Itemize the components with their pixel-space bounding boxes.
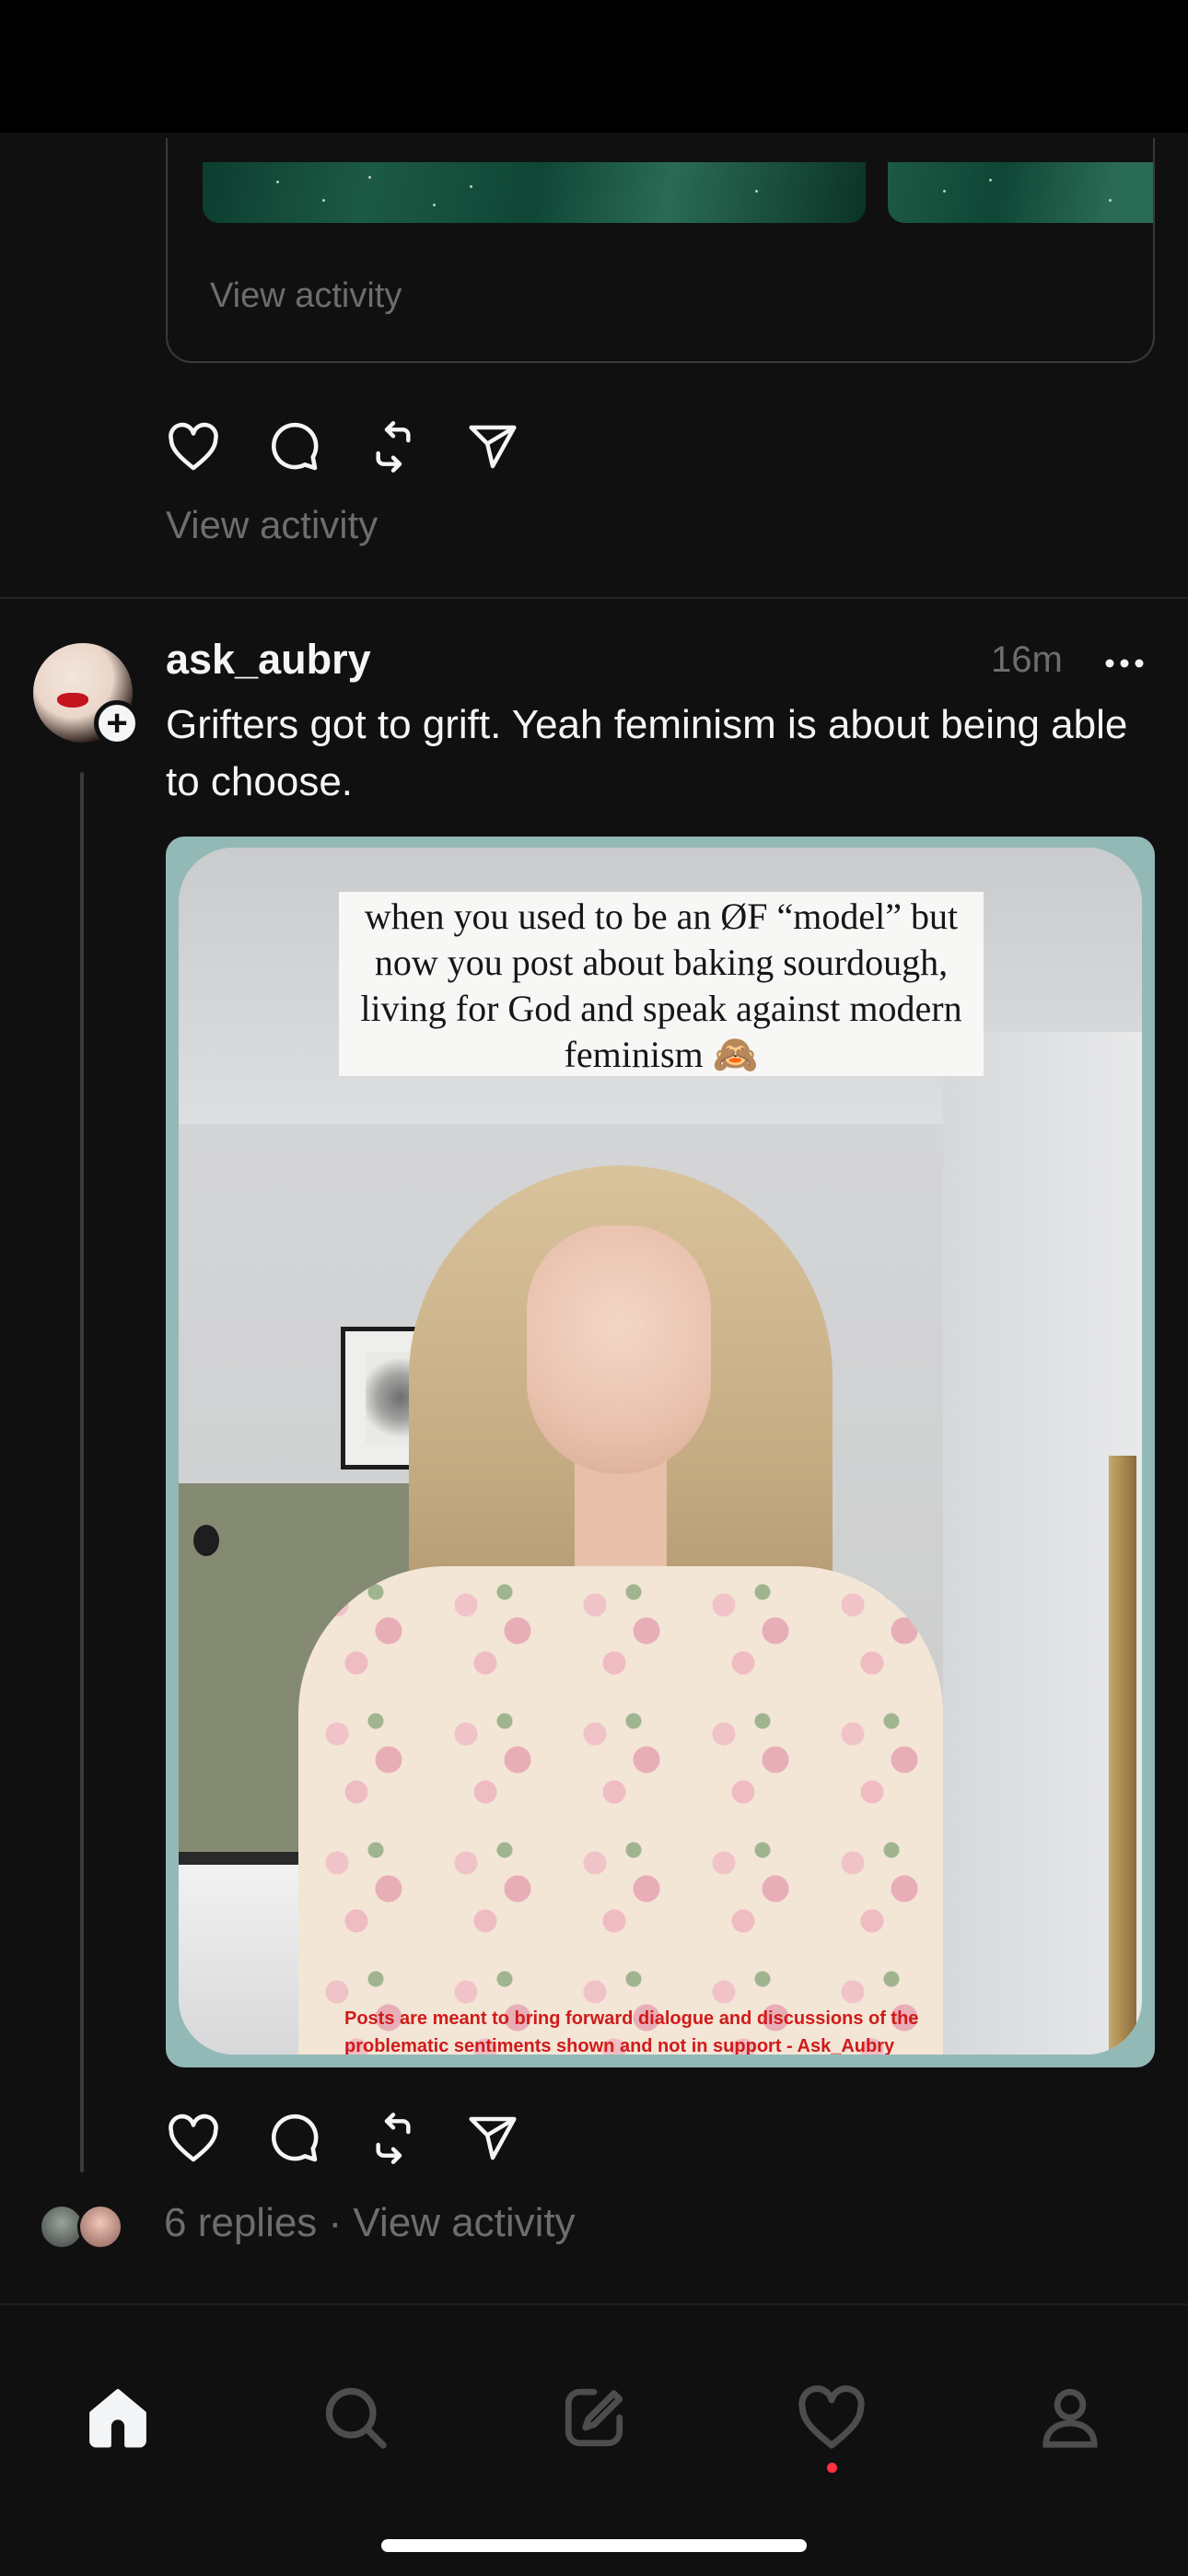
previous-card-view-activity[interactable]: View activity [210,276,402,316]
video-disclaimer: Posts are meant to bring forward dialogu… [344,2008,919,2055]
replies-summary[interactable]: 6 replies · View activity [164,2200,576,2246]
profile-icon[interactable] [1031,2379,1109,2456]
activity-heart-icon[interactable] [793,2379,870,2456]
heart-icon[interactable] [165,2110,222,2167]
previous-post-image[interactable] [203,162,866,223]
repost-icon[interactable] [365,2110,422,2167]
username[interactable]: ask_aubry [166,636,371,684]
previous-post-view-activity[interactable]: View activity [166,503,378,547]
video-caption: when you used to be an ØF “model” but no… [360,896,962,1075]
floral-dress [298,1566,943,2055]
thread-line [80,772,84,2172]
post-text: Grifters got to grift. Yeah feminism is … [166,702,1128,804]
previous-post-image-2[interactable] [888,162,1153,223]
previous-post-card[interactable]: View activity [166,138,1155,363]
share-icon[interactable] [464,2110,521,2167]
compose-icon[interactable] [555,2379,633,2456]
follow-plus-icon[interactable]: + [94,700,140,746]
timestamp: 16m [991,639,1063,680]
video-frame: when you used to be an ØF “model” but no… [179,848,1142,2055]
status-bar [0,0,1188,133]
notification-dot [827,2463,837,2473]
post-divider [0,597,1188,599]
comment-icon[interactable] [265,2110,322,2167]
reply-avatar [77,2204,123,2250]
home-icon[interactable] [79,2379,157,2456]
home-indicator [381,2539,807,2552]
search-icon[interactable] [317,2379,394,2456]
heart-icon[interactable] [165,418,222,475]
share-icon[interactable] [464,418,521,475]
comment-icon[interactable] [265,418,322,475]
repost-icon[interactable] [365,418,422,475]
more-horizontal-icon[interactable] [1101,645,1147,682]
post-video[interactable]: when you used to be an ØF “model” but no… [166,837,1155,2067]
